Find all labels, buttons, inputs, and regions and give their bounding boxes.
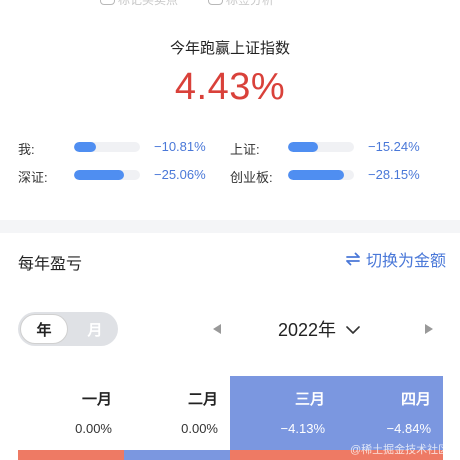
tag-analysis-label: 标签分析 — [226, 0, 275, 7]
year-value: 2022年 — [278, 320, 337, 340]
section-title: 每年盈亏 — [18, 256, 83, 273]
switch-to-amount-label: 切换为金额 — [366, 253, 447, 270]
month-value: −4.84% — [386, 421, 431, 436]
chevron-down-icon — [346, 319, 360, 340]
comparison-bar-fill — [288, 170, 345, 180]
comparison-value-shanghai: −15.24% — [368, 139, 420, 154]
comparison-label-chinext: 创业板: — [230, 170, 273, 185]
comparison-bar-fill — [288, 142, 319, 152]
comparison-value-shenzhen: −25.06% — [154, 167, 206, 182]
period-toggle[interactable]: 年 月 — [18, 312, 118, 346]
month-name: 二月 — [187, 391, 218, 408]
month-value: 0.00% — [75, 421, 112, 436]
month-value: 0.00% — [181, 421, 218, 436]
month-column-feb[interactable]: 二月 0.00% — [124, 376, 230, 460]
comparison-value-chinext: −28.15% — [368, 167, 420, 182]
month-column-jan[interactable]: 一月 0.00% — [18, 376, 124, 460]
comparison-label-me: 我: — [18, 142, 35, 157]
month-name: 四月 — [400, 391, 431, 408]
comparison-bar-shanghai — [288, 142, 354, 152]
comparison-value-me: −10.81% — [154, 139, 206, 154]
month-bar — [18, 450, 124, 460]
watermark: @稀土掘金技术社区 — [350, 444, 450, 456]
mark-trades-checkbox[interactable] — [100, 0, 115, 5]
previous-year-arrow-icon[interactable] — [213, 324, 221, 334]
switch-to-amount-button[interactable]: 切换为金额 — [344, 247, 446, 271]
comparison-bar-shenzhen — [74, 170, 140, 180]
next-year-arrow-icon[interactable] — [425, 324, 433, 334]
period-option-year[interactable]: 年 — [20, 314, 68, 344]
month-name: 三月 — [294, 391, 325, 408]
section-divider — [0, 220, 460, 233]
comparison-label-shanghai: 上证: — [230, 142, 260, 157]
comparison-bar-chinext — [288, 170, 354, 180]
month-bar — [124, 450, 230, 460]
comparison-bar-me — [74, 142, 140, 152]
mark-trades-label: 标记买卖点 — [118, 0, 179, 7]
year-selector[interactable]: 2022年 — [278, 316, 360, 342]
month-value: −4.13% — [280, 421, 325, 436]
outperform-percentage: 4.43% — [174, 66, 286, 108]
month-name: 一月 — [81, 391, 112, 408]
comparison-bar-fill — [74, 142, 96, 152]
tag-analysis-checkbox[interactable] — [208, 0, 223, 5]
month-column-mar[interactable]: 三月 −4.13% — [230, 376, 337, 460]
outperform-headline: 今年跑赢上证指数 — [169, 40, 290, 57]
comparison-label-shenzhen: 深证: — [18, 170, 48, 185]
comparison-bar-fill — [74, 170, 124, 180]
period-option-month[interactable]: 月 — [74, 314, 116, 344]
month-bar — [230, 450, 337, 460]
swap-arrows-icon — [344, 250, 362, 268]
